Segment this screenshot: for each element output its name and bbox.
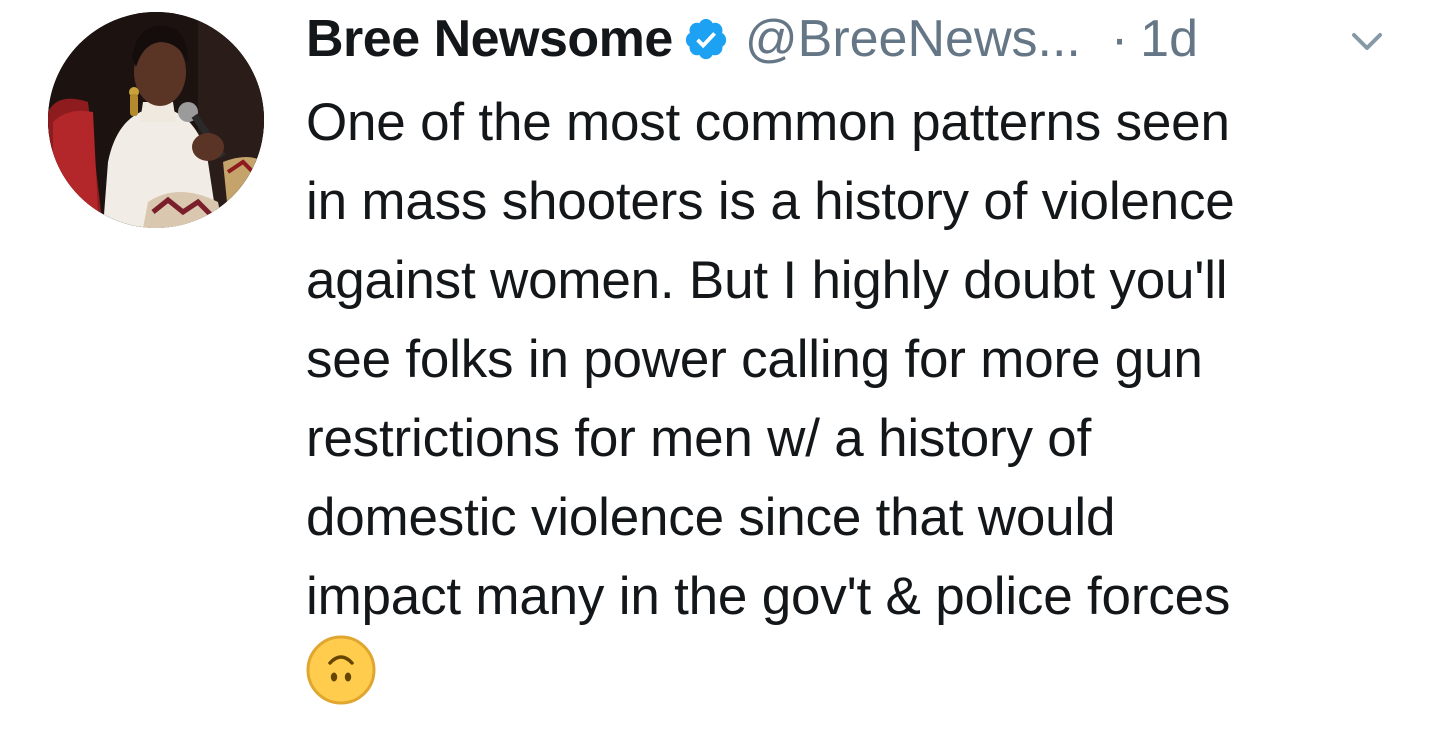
verified-badge-icon bbox=[683, 16, 729, 62]
tweet-card[interactable]: Bree Newsome @BreeNews... · 1d One of th… bbox=[0, 0, 1440, 736]
display-name[interactable]: Bree Newsome bbox=[306, 9, 673, 69]
chevron-down-icon[interactable] bbox=[1350, 24, 1384, 58]
tweet-header: Bree Newsome @BreeNews... · 1d bbox=[306, 6, 1406, 72]
avatar[interactable] bbox=[48, 12, 264, 228]
user-handle[interactable]: @BreeNews... bbox=[745, 9, 1081, 69]
tweet-text: One of the most common patterns seen in … bbox=[306, 93, 1235, 626]
upside-down-face-icon bbox=[306, 635, 376, 705]
profile-photo-icon bbox=[48, 12, 264, 228]
timestamp[interactable]: 1d bbox=[1140, 9, 1198, 69]
separator-dot: · bbox=[1110, 10, 1129, 68]
